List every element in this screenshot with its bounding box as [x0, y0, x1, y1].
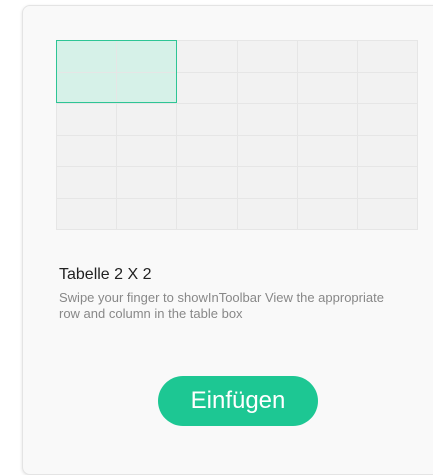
- table-picker-cell[interactable]: [297, 198, 358, 230]
- table-picker-cell[interactable]: [177, 104, 238, 136]
- table-picker-cell[interactable]: [297, 167, 358, 199]
- table-picker-cell[interactable]: [57, 41, 118, 73]
- table-picker-cell[interactable]: [237, 41, 298, 73]
- table-picker-cell[interactable]: [177, 135, 238, 167]
- table-picker-cell[interactable]: [357, 167, 418, 199]
- table-picker-cell[interactable]: [357, 41, 418, 73]
- table-picker-cell[interactable]: [117, 198, 178, 230]
- insert-table-panel: Tabelle 2 X 2 Swipe your finger to showI…: [22, 5, 433, 475]
- table-picker-cell[interactable]: [57, 167, 118, 199]
- table-picker-cell[interactable]: [57, 198, 118, 230]
- table-size-picker[interactable]: [56, 40, 418, 230]
- table-picker-cell[interactable]: [57, 135, 118, 167]
- table-picker-cell[interactable]: [177, 41, 238, 73]
- table-picker-cell[interactable]: [297, 72, 358, 104]
- table-picker-cell[interactable]: [57, 104, 118, 136]
- table-picker-cell[interactable]: [297, 135, 358, 167]
- table-picker-cell[interactable]: [237, 135, 298, 167]
- table-picker-cell[interactable]: [117, 72, 178, 104]
- table-picker-cell[interactable]: [357, 135, 418, 167]
- table-picker-cell[interactable]: [177, 167, 238, 199]
- table-picker-cell[interactable]: [297, 104, 358, 136]
- table-picker-cell[interactable]: [117, 41, 178, 73]
- table-picker-cell[interactable]: [117, 104, 178, 136]
- table-picker-cell[interactable]: [357, 72, 418, 104]
- table-picker-cell[interactable]: [237, 104, 298, 136]
- table-picker-cell[interactable]: [117, 135, 178, 167]
- table-picker-cell[interactable]: [297, 41, 358, 73]
- table-picker-cell[interactable]: [117, 167, 178, 199]
- table-size-title: Tabelle 2 X 2: [59, 266, 152, 283]
- table-picker-cell[interactable]: [357, 104, 418, 136]
- table-picker-cell[interactable]: [237, 72, 298, 104]
- table-picker-cell[interactable]: [177, 198, 238, 230]
- insert-button[interactable]: Einfügen: [158, 376, 318, 426]
- table-picker-cell[interactable]: [237, 167, 298, 199]
- table-picker-cell[interactable]: [237, 198, 298, 230]
- table-picker-cell[interactable]: [177, 72, 238, 104]
- table-picker-cell[interactable]: [57, 72, 118, 104]
- table-picker-cell[interactable]: [357, 198, 418, 230]
- table-picker-hint: Swipe your finger to showInToolbar View …: [59, 290, 384, 321]
